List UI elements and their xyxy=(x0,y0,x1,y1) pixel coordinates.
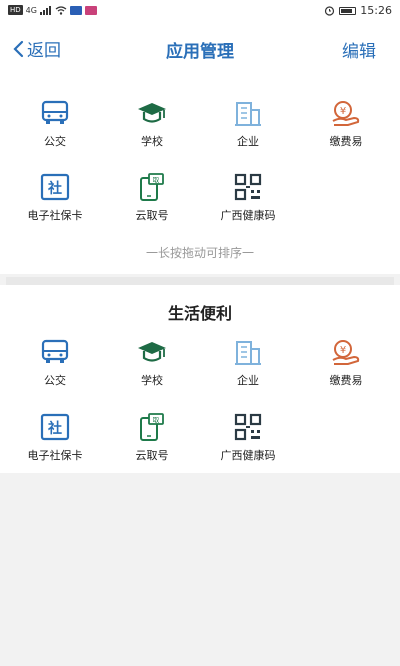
qr-code-icon xyxy=(231,410,265,444)
svg-text:取: 取 xyxy=(153,416,160,424)
section-title: 生活便利 xyxy=(167,304,232,323)
building-icon xyxy=(231,335,265,369)
qr-code-icon xyxy=(231,170,265,204)
app-item-enterprise[interactable]: 企业 xyxy=(198,96,298,156)
drag-sort-hint: 一长按拖动可排序一 xyxy=(145,246,254,260)
page-title: 应用管理 xyxy=(166,42,234,62)
queue-ticket-icon: 取 xyxy=(135,170,169,204)
app-label: 云取号 xyxy=(135,209,169,222)
app-item-social-security-card[interactable]: 社 电子社保卡 xyxy=(5,410,105,470)
battery-icon xyxy=(339,6,357,15)
payment-icon: ¥ xyxy=(329,96,363,130)
app-item-school[interactable]: 学校 xyxy=(102,96,202,156)
section-divider xyxy=(6,277,394,285)
app-label: 电子社保卡 xyxy=(27,209,83,222)
app-label: 学校 xyxy=(141,374,163,387)
app-item-bus[interactable]: 公交 xyxy=(5,96,105,156)
app-label: 广西健康码 xyxy=(220,449,276,462)
building-icon xyxy=(231,96,265,130)
svg-text:社: 社 xyxy=(47,420,62,437)
app-item-cloud-queue[interactable]: 取 云取号 xyxy=(102,170,202,230)
network-label: 4G xyxy=(25,5,37,15)
payment-icon: ¥ xyxy=(329,335,363,369)
app-item-cloud-queue[interactable]: 取 云取号 xyxy=(102,410,202,470)
svg-text:社: 社 xyxy=(47,180,62,197)
app-label: 企业 xyxy=(237,135,259,148)
edit-button[interactable]: 编辑 xyxy=(342,37,376,62)
app-label: 广西健康码 xyxy=(220,209,276,222)
app-label: 公交 xyxy=(44,374,66,387)
app-item-bus[interactable]: 公交 xyxy=(5,335,105,395)
graduation-cap-icon xyxy=(135,96,169,130)
svg-text:¥: ¥ xyxy=(340,106,346,117)
app-label: 企业 xyxy=(237,374,259,387)
app-item-health-code[interactable]: 广西健康码 xyxy=(198,170,298,230)
app-label: 缴费易 xyxy=(329,135,363,148)
queue-ticket-icon: 取 xyxy=(135,410,169,444)
app-label: 公交 xyxy=(44,135,66,148)
alarm-icon xyxy=(325,6,335,16)
app-notify-icon-2 xyxy=(84,5,97,15)
clock: 15:26 xyxy=(360,4,392,17)
app-item-enterprise[interactable]: 企业 xyxy=(198,335,298,395)
app-item-payment[interactable]: ¥ 缴费易 xyxy=(296,96,396,156)
wifi-icon xyxy=(55,5,67,15)
app-label: 学校 xyxy=(141,135,163,148)
hd-badge: HD xyxy=(8,5,23,15)
app-label: 缴费易 xyxy=(329,374,363,387)
app-item-school[interactable]: 学校 xyxy=(102,335,202,395)
social-security-card-icon: 社 xyxy=(38,170,72,204)
app-item-social-security-card[interactable]: 社 电子社保卡 xyxy=(5,170,105,230)
signal-icon xyxy=(39,5,51,15)
app-label: 云取号 xyxy=(135,449,169,462)
app-item-payment[interactable]: ¥ 缴费易 xyxy=(296,335,396,395)
social-security-card-icon: 社 xyxy=(38,410,72,444)
bus-icon xyxy=(38,335,72,369)
status-bar: HD 4G 15:26 xyxy=(0,0,400,22)
header: 返回 应用管理 编辑 xyxy=(0,22,400,74)
graduation-cap-icon xyxy=(135,335,169,369)
app-notify-icon xyxy=(69,5,82,15)
app-item-health-code[interactable]: 广西健康码 xyxy=(198,410,298,470)
svg-text:¥: ¥ xyxy=(340,345,346,356)
bus-icon xyxy=(38,96,72,130)
svg-text:取: 取 xyxy=(153,176,160,184)
app-label: 电子社保卡 xyxy=(27,449,83,462)
